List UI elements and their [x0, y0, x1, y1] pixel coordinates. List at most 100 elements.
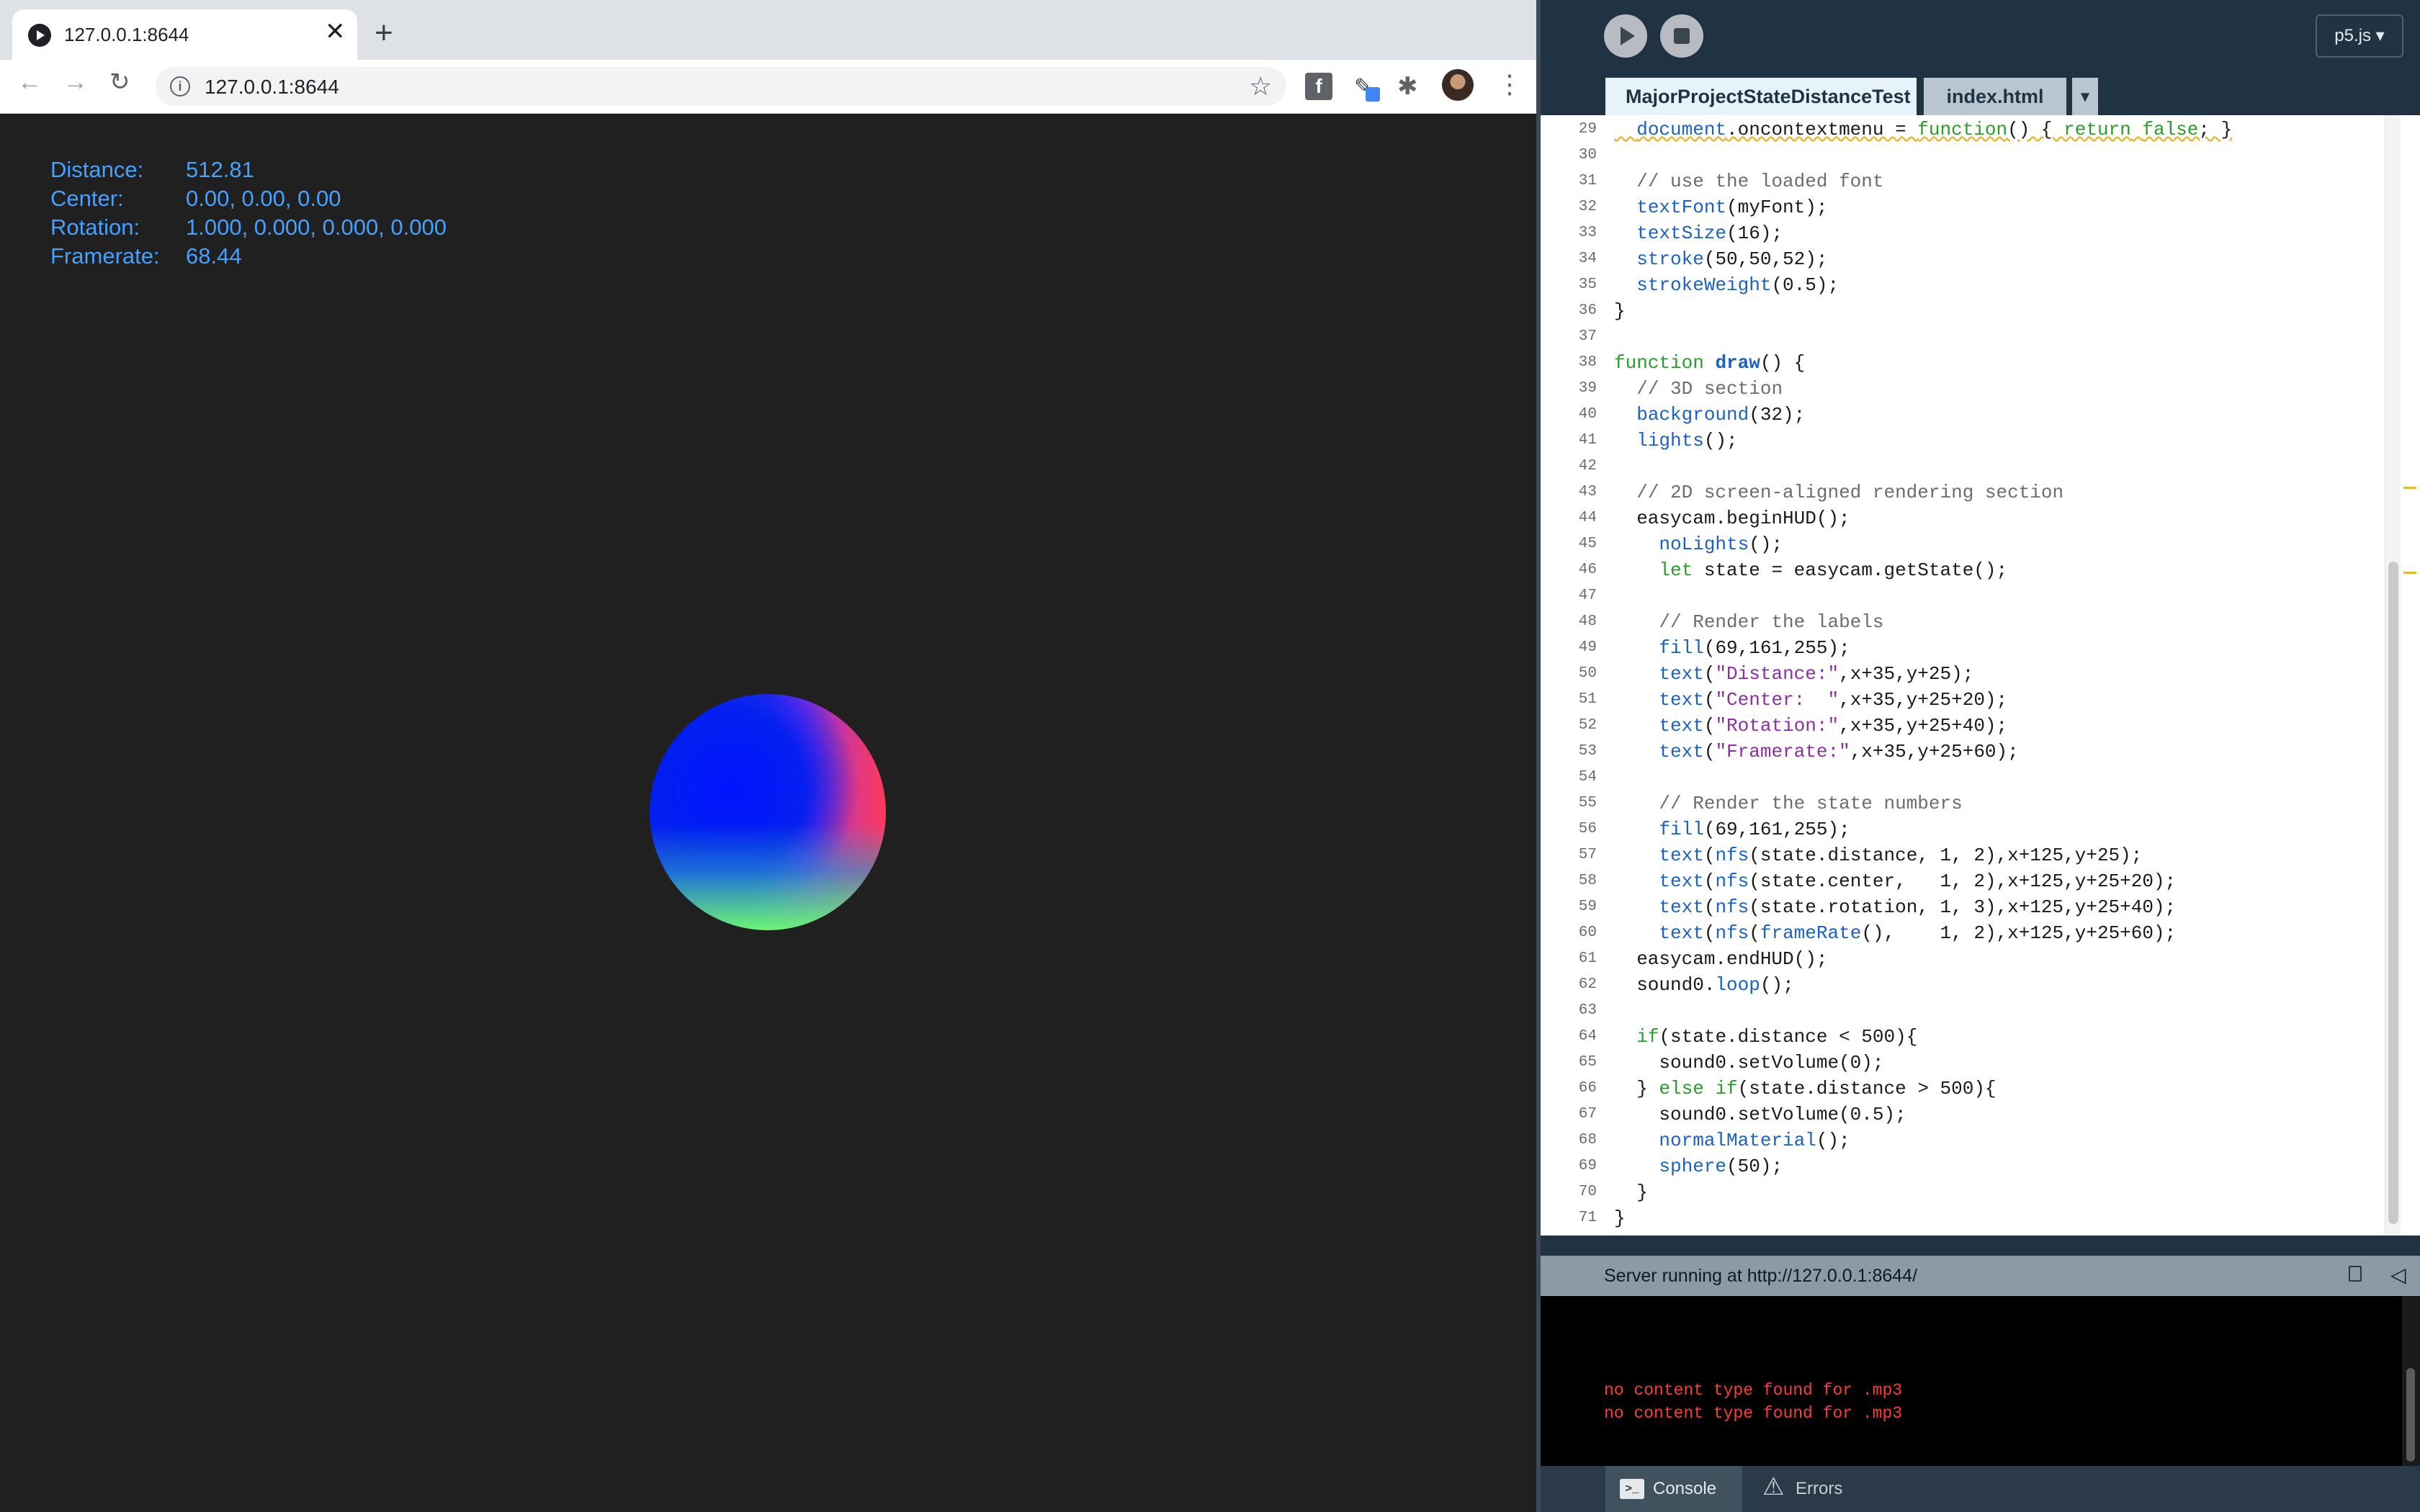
- code-line[interactable]: 48 // Render the labels: [1541, 609, 2383, 635]
- back-arrow-icon[interactable]: ←: [17, 70, 42, 94]
- tab-sketch-file[interactable]: MajorProjectStateDistanceTest: [1605, 78, 1917, 115]
- facebook-extension-icon[interactable]: f: [1305, 73, 1332, 100]
- code-line[interactable]: 52 text("Rotation:",x+35,y+25+40);: [1541, 713, 2383, 739]
- code-line[interactable]: 45 noLights();: [1541, 531, 2383, 557]
- code-line[interactable]: 53 text("Framerate:",x+35,y+25+60);: [1541, 739, 2383, 765]
- new-tab-button[interactable]: +: [375, 17, 393, 49]
- code-text[interactable]: text("Distance:",x+35,y+25);: [1614, 661, 1973, 687]
- code-editor[interactable]: 29 document.oncontextmenu = function() {…: [1541, 115, 2420, 1236]
- p5-canvas[interactable]: Distance: 512.81 Center: 0.00, 0.00, 0.0…: [0, 114, 1536, 1512]
- code-text[interactable]: easycam.endHUD();: [1614, 946, 1827, 972]
- browser-tab[interactable]: 127.0.0.1:8644 ✕: [12, 9, 357, 60]
- code-text[interactable]: // 2D screen-aligned rendering section: [1614, 480, 2063, 505]
- code-line[interactable]: 65 sound0.setVolume(0);: [1541, 1050, 2383, 1076]
- code-text[interactable]: normalMaterial();: [1614, 1128, 1850, 1153]
- url-text[interactable]: 127.0.0.1:8644: [205, 76, 339, 99]
- code-line[interactable]: 61 easycam.endHUD();: [1541, 946, 2383, 972]
- code-line[interactable]: 32 textFont(myFont);: [1541, 194, 2383, 220]
- mode-select[interactable]: p5.js ▾: [2316, 14, 2403, 58]
- code-text[interactable]: easycam.beginHUD();: [1614, 505, 1850, 531]
- code-text[interactable]: textFont(myFont);: [1614, 194, 1827, 220]
- code-line[interactable]: 29 document.oncontextmenu = function() {…: [1541, 117, 2383, 143]
- code-text[interactable]: }: [1614, 298, 1626, 324]
- code-text[interactable]: text("Center: ",x+35,y+25+20);: [1614, 687, 2007, 713]
- code-line[interactable]: 59 text(nfs(state.rotation, 1, 3),x+125,…: [1541, 894, 2383, 920]
- code-text[interactable]: text(nfs(frameRate(), 1, 2),x+125,y+25+6…: [1614, 920, 2176, 946]
- code-line[interactable]: 68 normalMaterial();: [1541, 1128, 2383, 1153]
- run-play-button[interactable]: [1604, 14, 1647, 58]
- code-text[interactable]: }: [1614, 1205, 1626, 1231]
- bookmark-star-icon[interactable]: ☆: [1249, 71, 1272, 102]
- code-line[interactable]: 70 }: [1541, 1179, 2383, 1205]
- copy-icon[interactable]: [2349, 1266, 2362, 1282]
- code-text[interactable]: text("Framerate:",x+35,y+25+60);: [1614, 739, 2018, 765]
- code-text[interactable]: sound0.loop();: [1614, 972, 1793, 998]
- code-text[interactable]: // 3D section: [1614, 376, 1783, 402]
- console-output[interactable]: no content type found for .mp3 no conten…: [1541, 1296, 2420, 1466]
- forward-arrow-icon[interactable]: →: [63, 70, 88, 94]
- code-line[interactable]: 34 stroke(50,50,52);: [1541, 246, 2383, 272]
- normal-material-sphere[interactable]: [650, 694, 886, 930]
- browser-menu-icon[interactable]: ⋮: [1497, 69, 1523, 99]
- address-bar[interactable]: i 127.0.0.1:8644 ☆: [156, 67, 1286, 106]
- editor-scrollbar[interactable]: [2385, 115, 2401, 1236]
- tab-index-html[interactable]: index.html: [1924, 78, 2066, 115]
- code-text[interactable]: text(nfs(state.center, 1, 2),x+125,y+25+…: [1614, 868, 2176, 894]
- code-line[interactable]: 66 } else if(state.distance > 500){: [1541, 1076, 2383, 1102]
- code-text[interactable]: // Render the labels: [1614, 609, 1883, 635]
- code-line[interactable]: 54: [1541, 765, 2383, 791]
- code-line[interactable]: 69 sphere(50);: [1541, 1153, 2383, 1179]
- code-text[interactable]: sound0.setVolume(0);: [1614, 1050, 1883, 1076]
- code-line[interactable]: 49 fill(69,161,255);: [1541, 635, 2383, 661]
- site-info-icon[interactable]: i: [170, 76, 190, 96]
- extensions-puzzle-icon[interactable]: ✱: [1397, 73, 1425, 100]
- code-text[interactable]: function draw() {: [1614, 350, 1805, 376]
- code-line[interactable]: 62 sound0.loop();: [1541, 972, 2383, 998]
- code-text[interactable]: background(32);: [1614, 402, 1805, 428]
- code-text[interactable]: }: [1614, 1179, 1648, 1205]
- reload-icon[interactable]: ↻: [109, 70, 130, 94]
- code-line[interactable]: 39 // 3D section: [1541, 376, 2383, 402]
- code-text[interactable]: text(nfs(state.distance, 1, 2),x+125,y+2…: [1614, 842, 2142, 868]
- code-line[interactable]: 58 text(nfs(state.center, 1, 2),x+125,y+…: [1541, 868, 2383, 894]
- code-line[interactable]: 41 lights();: [1541, 428, 2383, 454]
- code-line[interactable]: 51 text("Center: ",x+35,y+25+20);: [1541, 687, 2383, 713]
- code-line[interactable]: 44 easycam.beginHUD();: [1541, 505, 2383, 531]
- scrollbar-thumb[interactable]: [2406, 1368, 2415, 1462]
- code-text[interactable]: stroke(50,50,52);: [1614, 246, 1827, 272]
- code-line[interactable]: 40 background(32);: [1541, 402, 2383, 428]
- code-line[interactable]: 36}: [1541, 298, 2383, 324]
- code-line[interactable]: 55 // Render the state numbers: [1541, 791, 2383, 816]
- stop-button[interactable]: [1660, 14, 1703, 58]
- code-text[interactable]: fill(69,161,255);: [1614, 635, 1850, 661]
- code-text[interactable]: } else if(state.distance > 500){: [1614, 1076, 1996, 1102]
- eyedropper-extension-icon[interactable]: ✎: [1351, 73, 1380, 102]
- code-line[interactable]: 38 function draw() {: [1541, 350, 2383, 376]
- console-scrollbar[interactable]: [2402, 1296, 2420, 1466]
- code-line[interactable]: 43 // 2D screen-aligned rendering sectio…: [1541, 480, 2383, 505]
- code-line[interactable]: 30: [1541, 143, 2383, 168]
- code-lines[interactable]: 29 document.oncontextmenu = function() {…: [1541, 117, 2383, 1231]
- code-text[interactable]: // use the loaded font: [1614, 168, 1883, 194]
- code-text[interactable]: let state = easycam.getState();: [1614, 557, 2007, 583]
- code-text[interactable]: text(nfs(state.rotation, 1, 3),x+125,y+2…: [1614, 894, 2176, 920]
- code-text[interactable]: text("Rotation:",x+35,y+25+40);: [1614, 713, 2007, 739]
- code-line[interactable]: 31 // use the loaded font: [1541, 168, 2383, 194]
- code-line[interactable]: 64 if(state.distance < 500){: [1541, 1024, 2383, 1050]
- code-line[interactable]: 42: [1541, 454, 2383, 480]
- code-text[interactable]: sphere(50);: [1614, 1153, 1783, 1179]
- code-text[interactable]: if(state.distance < 500){: [1614, 1024, 1917, 1050]
- code-text[interactable]: sound0.setVolume(0.5);: [1614, 1102, 1906, 1128]
- scrollbar-thumb[interactable]: [2388, 562, 2398, 1224]
- code-text[interactable]: fill(69,161,255);: [1614, 816, 1850, 842]
- code-line[interactable]: 60 text(nfs(frameRate(), 1, 2),x+125,y+2…: [1541, 920, 2383, 946]
- code-line[interactable]: 57 text(nfs(state.distance, 1, 2),x+125,…: [1541, 842, 2383, 868]
- code-line[interactable]: 56 fill(69,161,255);: [1541, 816, 2383, 842]
- code-text[interactable]: document.oncontextmenu = function() { re…: [1614, 117, 2232, 143]
- code-line[interactable]: 50 text("Distance:",x+35,y+25);: [1541, 661, 2383, 687]
- collapse-console-icon[interactable]: ◁: [2390, 1263, 2406, 1287]
- code-text[interactable]: // Render the state numbers: [1614, 791, 1962, 816]
- code-line[interactable]: 35 strokeWeight(0.5);: [1541, 272, 2383, 298]
- code-line[interactable]: 67 sound0.setVolume(0.5);: [1541, 1102, 2383, 1128]
- code-text[interactable]: lights();: [1614, 428, 1737, 454]
